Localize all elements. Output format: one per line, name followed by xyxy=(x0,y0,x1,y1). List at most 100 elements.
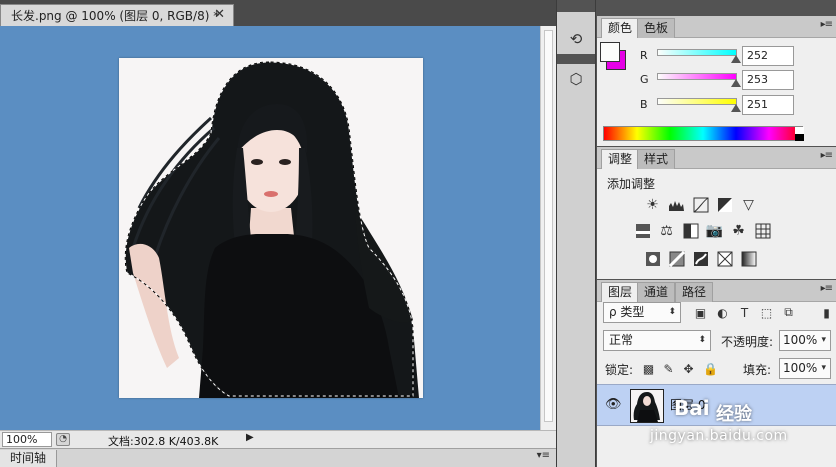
filter-shape-icon[interactable]: ⬚ xyxy=(759,305,774,320)
document-tab-title: 长发.png @ 100% (图层 0, RGB/8) * xyxy=(11,9,220,23)
adjustments-panel: 添加调整 ☀ ▽ ⚖ 📷 ☘ xyxy=(597,169,836,279)
lock-all-icon[interactable]: 🔒 xyxy=(703,361,718,376)
selective-color-icon[interactable] xyxy=(715,249,734,268)
lock-transparent-icon[interactable]: ▩ xyxy=(641,361,656,376)
filter-smart-object-icon[interactable]: ⧉ xyxy=(781,305,796,320)
black-swatch[interactable] xyxy=(795,134,804,141)
r-value-field[interactable]: 252 xyxy=(742,46,794,66)
lock-position-icon[interactable]: ✥ xyxy=(681,361,696,376)
layer-filter-kind-select[interactable]: ρ 类型 ⬍ xyxy=(603,302,681,323)
watermark-logo: Bai xyxy=(674,396,710,420)
opacity-label: 不透明度: xyxy=(721,335,774,349)
document-tab-bar: 长发.png @ 100% (图层 0, RGB/8) * ✕ xyxy=(0,0,556,26)
invert-icon[interactable] xyxy=(643,249,662,268)
chevron-updown-icon: ⬍ xyxy=(698,335,706,345)
posterize-icon[interactable] xyxy=(667,249,686,268)
status-bar: 100% ◔ 文档:302.8 K/403.8K ▶ xyxy=(0,430,556,448)
tab-paths[interactable]: 路径 xyxy=(675,282,714,302)
g-value-field[interactable]: 253 xyxy=(742,70,794,90)
zoom-field[interactable]: 100% xyxy=(2,432,52,447)
status-menu-arrow-icon[interactable]: ▶ xyxy=(246,432,254,443)
fill-field[interactable]: 100% ▾ xyxy=(779,358,831,379)
color-balance-icon[interactable]: ⚖ xyxy=(657,221,676,240)
tab-swatches[interactable]: 色板 xyxy=(637,18,676,38)
layers-panel-header: 图层 通道 路径 ▸≡ xyxy=(597,280,836,302)
watermark-text: 经验 xyxy=(716,404,752,425)
close-icon[interactable]: ✕ xyxy=(214,7,225,22)
lock-paint-icon[interactable]: ✎ xyxy=(661,361,676,376)
channel-mixer-icon[interactable]: ☘ xyxy=(729,221,748,240)
document-tab[interactable]: 长发.png @ 100% (图层 0, RGB/8) * ✕ xyxy=(0,4,234,26)
color-row-g: G 253 xyxy=(597,70,836,92)
color-panel: R 252 G 253 B 251 xyxy=(597,38,836,146)
eye-icon[interactable]: 👁 xyxy=(605,397,622,412)
portrait-image xyxy=(124,61,419,398)
g-slider-track[interactable] xyxy=(657,73,737,80)
channel-label: G xyxy=(640,73,649,86)
panel-menu-icon[interactable]: ▸≡ xyxy=(821,19,833,30)
r-slider-track[interactable] xyxy=(657,49,737,56)
color-row-b: B 251 xyxy=(597,95,836,117)
blend-mode-value: 正常 xyxy=(609,333,634,347)
vertical-scrollbar[interactable] xyxy=(540,26,556,430)
opacity-value: 100% xyxy=(783,333,818,347)
fill-value: 100% xyxy=(783,361,818,375)
tab-styles[interactable]: 样式 xyxy=(637,149,676,169)
watermark-url: jingyan.baidu.com xyxy=(650,428,788,444)
collapsed-panel-dock: ⟲ ⬡ xyxy=(556,0,596,467)
exposure-icon[interactable] xyxy=(715,195,734,214)
tab-color[interactable]: 颜色 xyxy=(601,18,640,38)
layer-filter-kind-value: ρ 类型 xyxy=(609,305,645,319)
tab-layers[interactable]: 图层 xyxy=(601,282,640,302)
panel-menu-icon[interactable]: ▸≡ xyxy=(821,150,833,161)
chevron-updown-icon: ⬍ xyxy=(668,307,676,317)
channel-label: B xyxy=(640,98,648,111)
tab-adjustments[interactable]: 调整 xyxy=(601,149,640,169)
filter-toggle-icon[interactable]: ▮ xyxy=(819,305,834,320)
channel-label: R xyxy=(640,49,648,62)
adjustments-title: 添加调整 xyxy=(607,177,656,191)
threshold-icon[interactable] xyxy=(691,249,710,268)
tab-channels[interactable]: 通道 xyxy=(637,282,676,302)
tab-timeline[interactable]: 时间轴 xyxy=(0,450,58,467)
gradient-map-icon[interactable] xyxy=(739,249,758,268)
filter-type-icon[interactable]: T xyxy=(737,305,752,320)
g-slider-thumb[interactable] xyxy=(731,79,742,87)
b-value-field[interactable]: 251 xyxy=(742,95,794,115)
document-image[interactable] xyxy=(119,58,423,398)
panel-menu-icon[interactable]: ▾≡ xyxy=(537,450,550,461)
opacity-field[interactable]: 100% ▾ xyxy=(779,330,831,351)
timeline-panel-bar: 时间轴 ▾≡ xyxy=(0,448,556,467)
b-slider-thumb[interactable] xyxy=(730,104,741,112)
3d-icon[interactable]: ⬡ xyxy=(563,66,589,92)
filter-pixel-icon[interactable]: ▣ xyxy=(693,305,708,320)
status-info-icon[interactable]: ◔ xyxy=(56,433,70,446)
chevron-down-icon[interactable]: ▾ xyxy=(821,331,826,350)
color-lookup-icon[interactable] xyxy=(753,221,772,240)
brightness-contrast-icon[interactable]: ☀ xyxy=(643,195,662,214)
watermark: Bai 经验 jingyan.baidu.com xyxy=(650,396,836,456)
color-row-r: R 252 xyxy=(597,46,836,68)
b-slider-track[interactable] xyxy=(657,98,737,105)
scrollbar-thumb[interactable] xyxy=(544,30,553,422)
blend-mode-select[interactable]: 正常 ⬍ xyxy=(603,330,711,351)
document-size-info: 文档:302.8 K/403.8K xyxy=(108,435,219,448)
photo-filter-icon[interactable]: 📷 xyxy=(705,221,724,240)
chevron-down-icon[interactable]: ▾ xyxy=(821,359,826,378)
levels-icon[interactable] xyxy=(667,195,686,214)
fill-label: 填充: xyxy=(743,363,772,377)
lock-label: 锁定: xyxy=(605,363,634,377)
filter-adjustment-icon[interactable]: ◐ xyxy=(715,305,730,320)
dock-grip[interactable] xyxy=(557,0,595,12)
panel-menu-icon[interactable]: ▸≡ xyxy=(821,283,833,294)
white-swatch[interactable] xyxy=(795,127,804,134)
dock-grip[interactable] xyxy=(557,54,595,64)
curves-icon[interactable] xyxy=(691,195,710,214)
black-white-icon[interactable] xyxy=(681,221,700,240)
color-spectrum-ramp[interactable] xyxy=(603,126,804,141)
history-icon[interactable]: ⟲ xyxy=(563,26,589,52)
color-panel-header: 颜色 色板 ▸≡ xyxy=(597,16,836,38)
vibrance-icon[interactable]: ▽ xyxy=(739,195,758,214)
hue-saturation-icon[interactable] xyxy=(633,221,652,240)
r-slider-thumb[interactable] xyxy=(731,55,742,63)
